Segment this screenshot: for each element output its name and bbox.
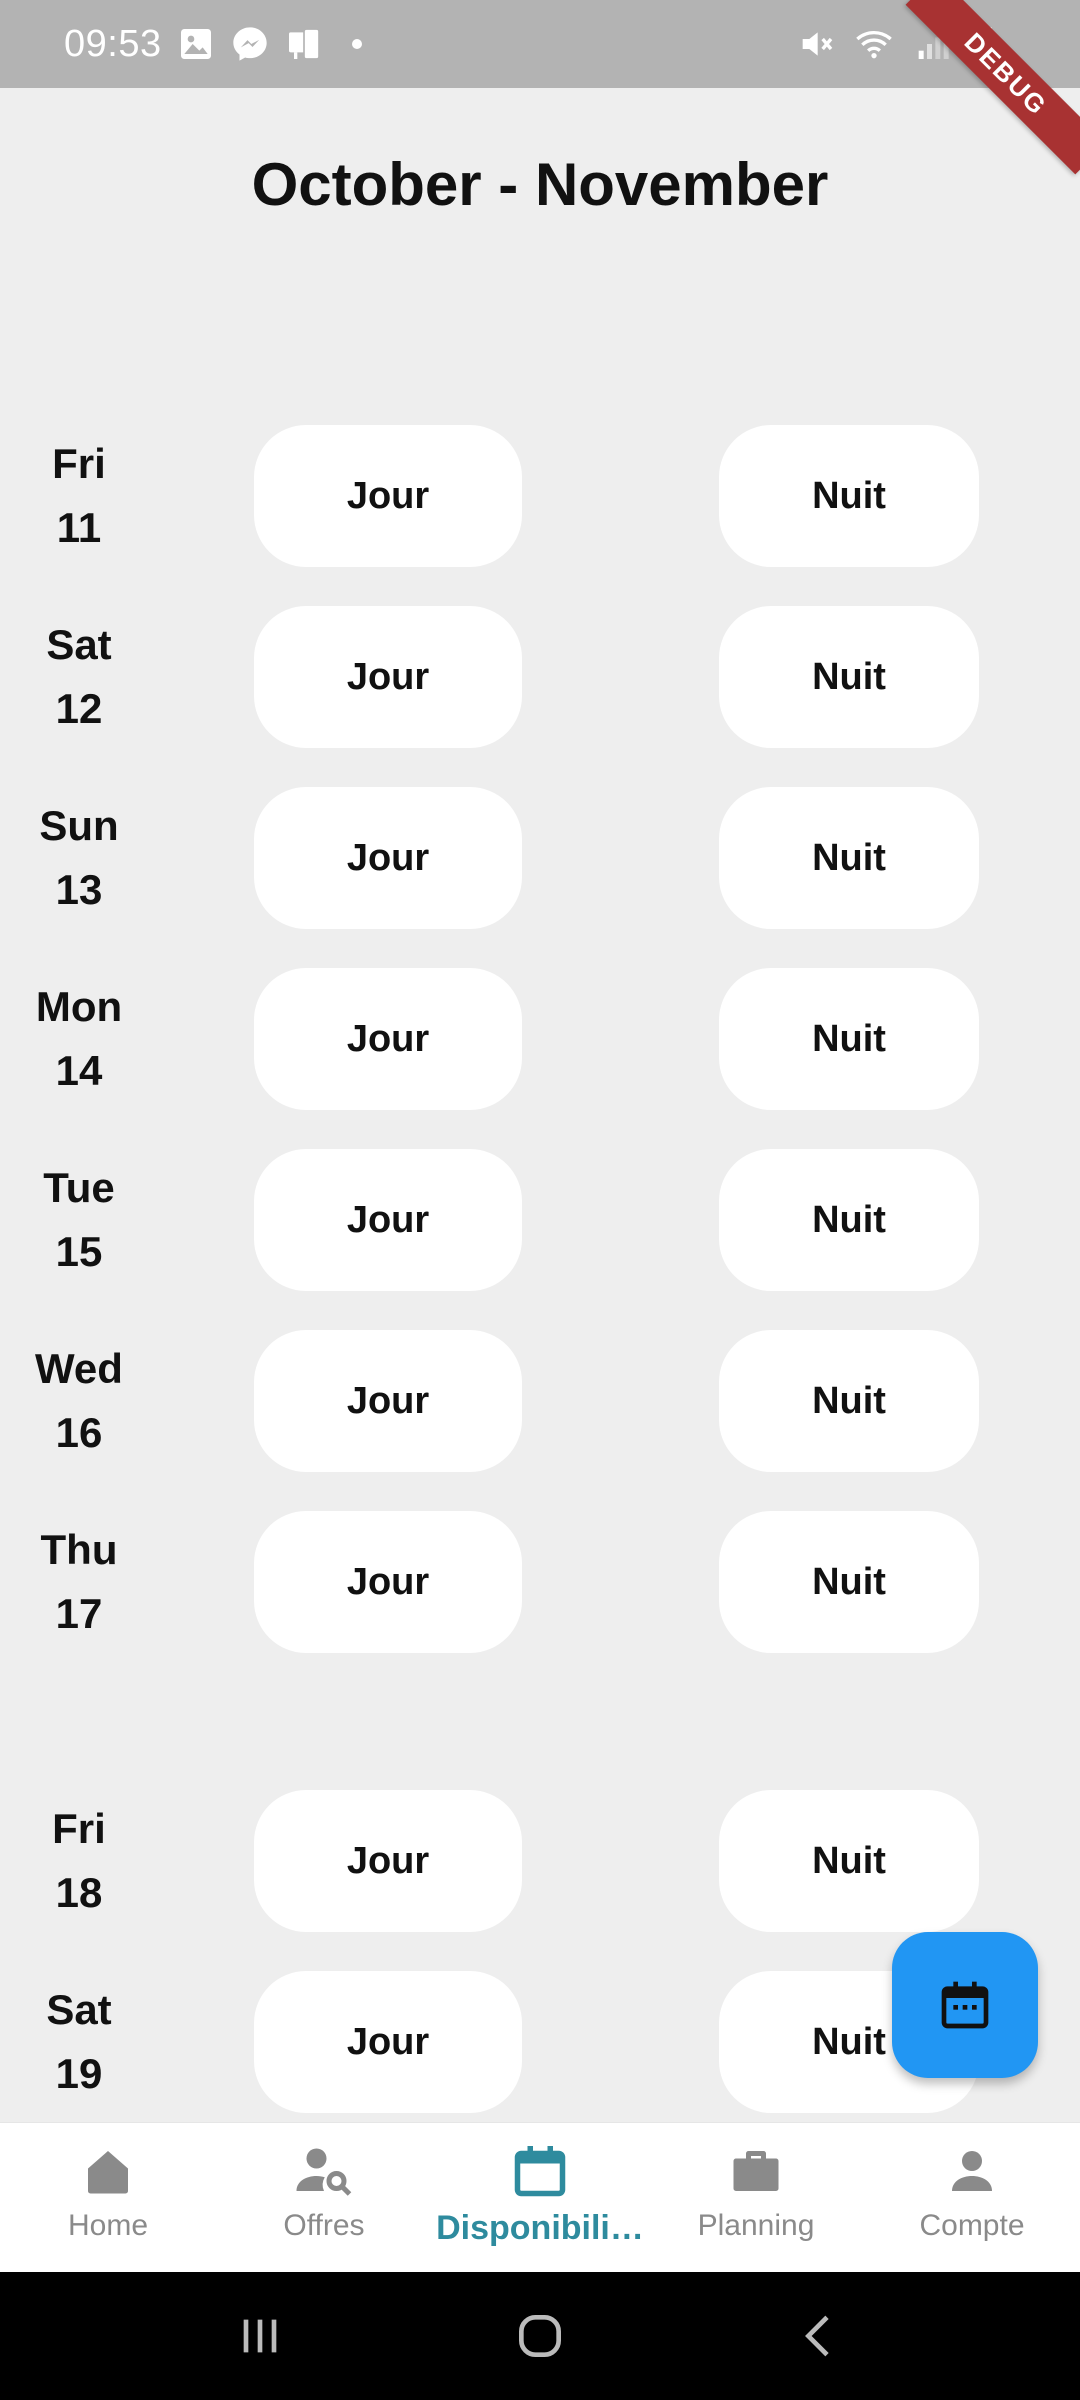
day-row: Fri 18 Jour Nuit [0, 1790, 1080, 1932]
weekday-label: Sat [46, 621, 112, 668]
mute-icon [796, 24, 836, 64]
day-row: Wed 16 Jour Nuit [0, 1330, 1080, 1472]
weekday-label: Sun [39, 802, 119, 849]
jour-button[interactable]: Jour [254, 968, 522, 1110]
day-label: Sat 12 [0, 606, 158, 748]
day-label: Wed 16 [0, 1330, 158, 1472]
day-label: Tue 15 [0, 1149, 158, 1291]
jour-button[interactable]: Jour [254, 425, 522, 567]
nav-label: Planning [697, 2209, 815, 2242]
date-label: 13 [55, 866, 103, 913]
day-label: Fri 11 [0, 425, 158, 567]
day-label: Thu 17 [0, 1511, 158, 1653]
day-label: Mon 14 [0, 968, 158, 1110]
messenger-icon [230, 24, 270, 64]
day-row: Sun 13 Jour Nuit [0, 787, 1080, 929]
nuit-button[interactable]: Nuit [719, 606, 979, 748]
jour-button[interactable]: Jour [254, 1790, 522, 1932]
calendar-icon [514, 2146, 566, 2197]
nuit-button[interactable]: Nuit [719, 1330, 979, 1472]
jour-button[interactable]: Jour [254, 1330, 522, 1472]
date-label: 11 [56, 504, 102, 551]
home-icon [88, 2151, 128, 2194]
day-row: Tue 15 Jour Nuit [0, 1149, 1080, 1291]
weekday-label: Sat [46, 1986, 112, 2033]
nav-item-compte[interactable]: Compte [864, 2123, 1080, 2272]
calendar-fab-button[interactable] [892, 1932, 1038, 2078]
bottom-navigation: Home Offres Disponibili… Planning Compte [0, 2122, 1080, 2272]
day-label: Fri 18 [0, 1790, 158, 1932]
weekday-label: Fri [52, 440, 106, 487]
notification-dot [351, 39, 362, 49]
nuit-button[interactable]: Nuit [719, 787, 979, 929]
calendar-icon [941, 1981, 989, 2029]
nav-item-planning[interactable]: Planning [648, 2123, 864, 2272]
weekday-label: Mon [35, 983, 123, 1030]
system-navigation-bar [0, 2272, 1080, 2400]
nav-item-home[interactable]: Home [0, 2123, 216, 2272]
day-label: Sat 19 [0, 1971, 158, 2113]
day-row: Fri 11 Jour Nuit [0, 425, 1080, 567]
nav-item-disponibilites[interactable]: Disponibili… [432, 2123, 648, 2272]
recent-apps-button[interactable] [220, 2296, 300, 2376]
back-chevron-icon [805, 2315, 829, 2357]
nav-label: Home [67, 2209, 149, 2242]
status-left: 09:53 [64, 23, 362, 66]
weekday-label: Thu [40, 1526, 118, 1573]
nuit-button[interactable]: Nuit [719, 425, 979, 567]
day-label: Sun 13 [0, 787, 158, 929]
nuit-button[interactable]: Nuit [719, 1790, 979, 1932]
date-label: 16 [55, 1409, 103, 1456]
date-label: 17 [55, 1590, 103, 1637]
page-title: October - November [251, 151, 829, 218]
status-time: 09:53 [64, 22, 162, 65]
jour-button[interactable]: Jour [254, 787, 522, 929]
date-label: 15 [55, 1228, 103, 1275]
day-row: Thu 17 Jour Nuit [0, 1511, 1080, 1653]
day-row: Sat 12 Jour Nuit [0, 606, 1080, 748]
date-label: 14 [55, 1047, 103, 1094]
date-label: 12 [55, 685, 103, 732]
date-label: 18 [55, 1869, 103, 1916]
nuit-button[interactable]: Nuit [719, 968, 979, 1110]
nuit-button[interactable]: Nuit [719, 1149, 979, 1291]
nav-item-offres[interactable]: Offres [216, 2123, 432, 2272]
nav-label: Disponibili… [436, 2209, 644, 2247]
nav-label: Compte [919, 2209, 1025, 2242]
nav-label: Offres [283, 2209, 365, 2242]
jour-button[interactable]: Jour [254, 1971, 522, 2113]
jour-button[interactable]: Jour [254, 1511, 522, 1653]
jour-button[interactable]: Jour [254, 606, 522, 748]
recent-apps-icon [243, 2319, 277, 2353]
briefcase-icon [733, 2151, 779, 2191]
wifi-icon [854, 24, 894, 64]
jour-button[interactable]: Jour [254, 1149, 522, 1291]
date-label: 19 [55, 2050, 103, 2097]
home-system-button[interactable] [500, 2296, 580, 2376]
day-row: Mon 14 Jour Nuit [0, 968, 1080, 1110]
person-search-icon [296, 2148, 352, 2196]
weekday-label: Wed [35, 1345, 123, 1392]
home-circle-icon [519, 2315, 561, 2357]
weekday-label: Fri [52, 1805, 106, 1852]
device-icon [284, 24, 324, 64]
back-button[interactable] [780, 2296, 860, 2376]
person-icon [952, 2151, 992, 2191]
weekday-label: Tue [43, 1164, 115, 1211]
image-icon [176, 24, 216, 64]
nuit-button[interactable]: Nuit [719, 1511, 979, 1653]
